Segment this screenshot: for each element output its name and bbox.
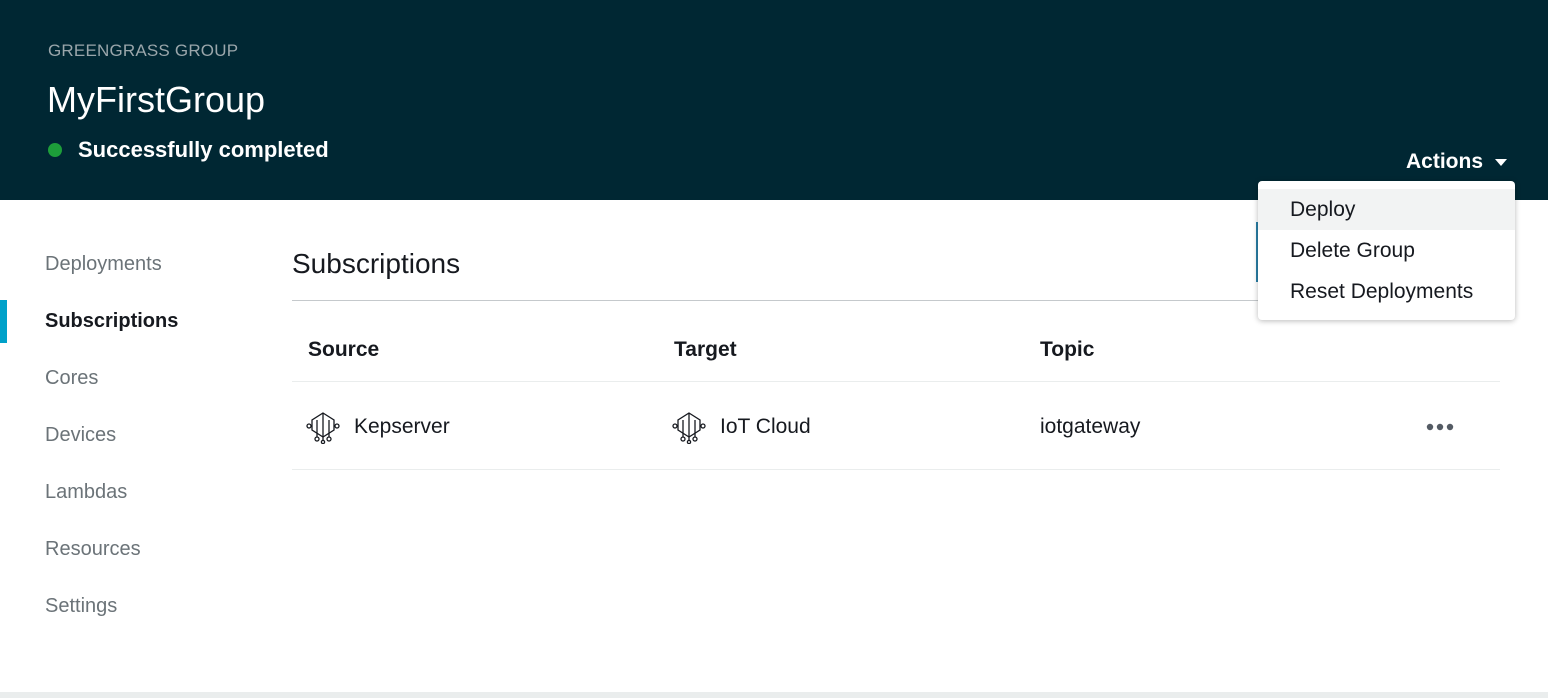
column-header-topic: Topic: [1040, 338, 1095, 361]
topic-cell: iotgateway: [1040, 411, 1140, 443]
sidebar-nav: Deployments Subscriptions Cores Devices …: [0, 236, 260, 635]
status-dot-icon: [48, 143, 62, 157]
sidebar-item-cores[interactable]: Cores: [0, 350, 260, 407]
menu-item-label: Delete Group: [1290, 238, 1415, 262]
group-header: GREENGRASS GROUP MyFirstGroup Successful…: [0, 0, 1548, 200]
source-name: Kepserver: [354, 415, 450, 438]
sidebar-item-label: Resources: [45, 538, 141, 560]
sidebar-item-deployments[interactable]: Deployments: [0, 236, 260, 293]
actions-dropdown-menu: Deploy Delete Group Reset Deployments: [1258, 181, 1515, 320]
table-row: Kepserver IoT Cloud iotgateway: [292, 383, 1500, 470]
actions-label: Actions: [1406, 150, 1484, 173]
sidebar-item-label: Deployments: [45, 253, 162, 275]
column-header-source: Source: [308, 338, 380, 361]
sidebar-item-devices[interactable]: Devices: [0, 407, 260, 464]
sidebar-item-label: Subscriptions: [45, 310, 179, 332]
sidebar-item-resources[interactable]: Resources: [0, 521, 260, 578]
menu-item-reset-deployments[interactable]: Reset Deployments: [1258, 271, 1515, 312]
section-title: Subscriptions: [292, 248, 461, 279]
sidebar-item-lambdas[interactable]: Lambdas: [0, 464, 260, 521]
sidebar-item-settings[interactable]: Settings: [0, 578, 260, 635]
target-name: IoT Cloud: [720, 415, 811, 438]
caret-down-icon: [1495, 158, 1508, 166]
source-cell: Kepserver: [306, 411, 450, 444]
device-icon: [672, 412, 706, 444]
deployment-status: Successfully completed: [48, 136, 329, 164]
topic-name: iotgateway: [1040, 415, 1141, 438]
more-icon[interactable]: [1425, 415, 1457, 439]
menu-item-delete-group[interactable]: Delete Group: [1258, 230, 1515, 271]
group-type-label: GREENGRASS GROUP: [48, 41, 239, 60]
device-icon: [306, 412, 340, 444]
sidebar-item-label: Lambdas: [45, 481, 128, 503]
table-header: Source Target Topic: [292, 322, 1500, 382]
page-footer-border: [0, 692, 1548, 698]
sidebar-item-label: Devices: [45, 424, 117, 446]
menu-item-deploy[interactable]: Deploy: [1258, 189, 1515, 230]
actions-button[interactable]: Actions: [1406, 148, 1508, 176]
menu-item-label: Deploy: [1290, 197, 1356, 221]
page-title: MyFirstGroup: [47, 79, 266, 120]
sidebar-item-label: Cores: [45, 367, 99, 389]
menu-item-label: Reset Deployments: [1290, 279, 1474, 303]
sidebar-item-label: Settings: [45, 595, 118, 617]
target-cell: IoT Cloud: [672, 411, 811, 444]
sidebar-item-subscriptions[interactable]: Subscriptions: [0, 293, 260, 350]
column-header-target: Target: [674, 338, 737, 361]
status-text: Successfully completed: [78, 137, 329, 162]
